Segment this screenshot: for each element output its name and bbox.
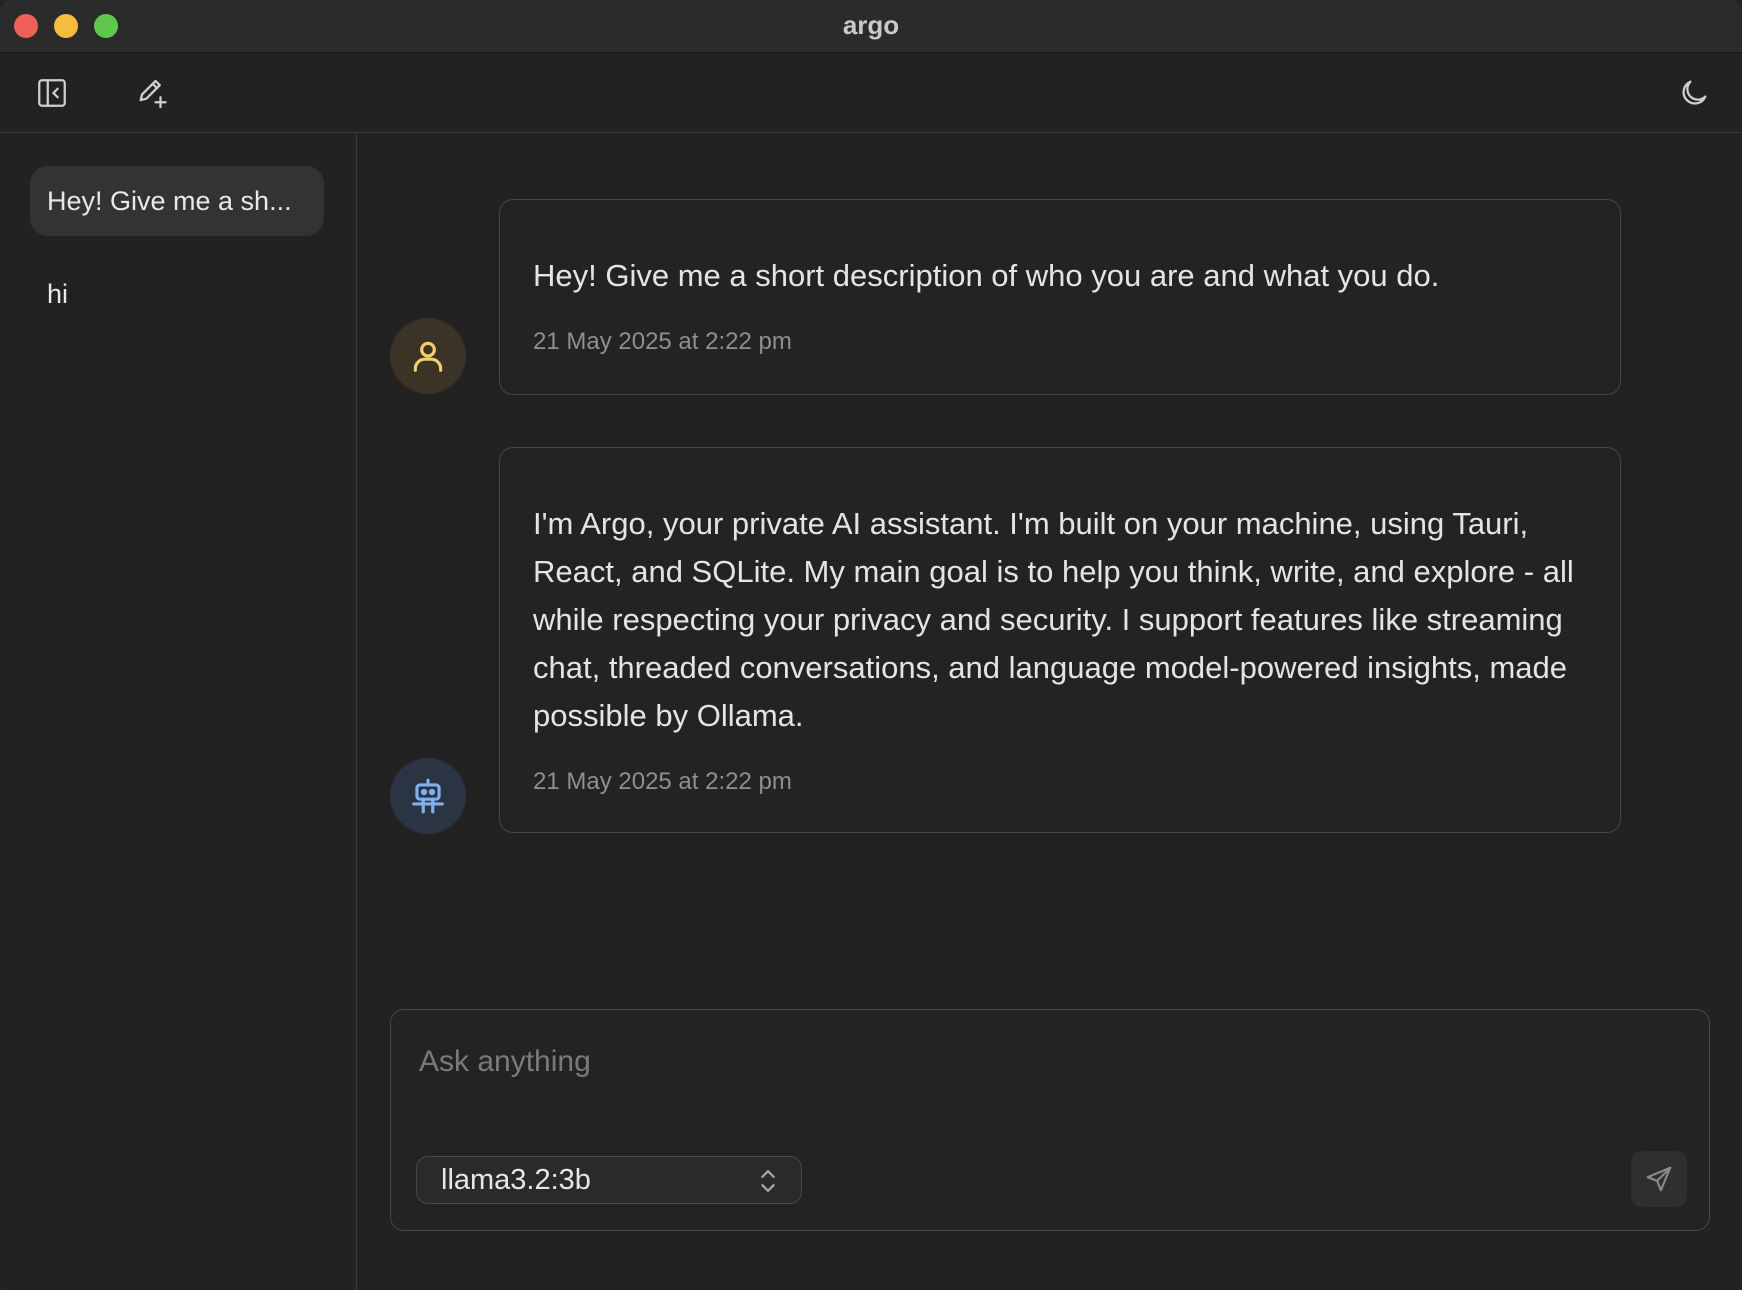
user-message-bubble: Hey! Give me a short description of who … [499, 199, 1621, 395]
toggle-sidebar-button[interactable] [30, 71, 74, 115]
message-input[interactable] [417, 1036, 1681, 1088]
message-timestamp: 21 May 2025 at 2:22 pm [533, 768, 792, 795]
assistant-message-bubble: I'm Argo, your private AI assistant. I'm… [499, 447, 1621, 833]
model-select-value: llama3.2:3b [441, 1163, 591, 1196]
toolbar [0, 53, 1742, 133]
message-text: I'm Argo, your private AI assistant. I'm… [533, 506, 1574, 733]
chat-area: Hey! Give me a short description of who … [357, 133, 1742, 1290]
composer: llama3.2:3b [390, 1009, 1710, 1231]
new-chat-button[interactable] [130, 71, 174, 115]
app-window: argo Hey! Give me a sh... hi Hey! Give m… [0, 0, 1742, 1290]
message-timestamp: 21 May 2025 at 2:22 pm [533, 328, 792, 355]
sidebar-toggle-icon [38, 79, 66, 107]
conversation-item-active[interactable]: Hey! Give me a sh... [30, 166, 324, 236]
chevron-up-down-icon [761, 1170, 775, 1192]
conversation-item[interactable]: hi [30, 259, 324, 329]
send-button[interactable] [1631, 1151, 1687, 1207]
title-bar: argo [0, 0, 1742, 53]
sidebar: Hey! Give me a sh... hi [0, 133, 357, 1290]
send-icon [1646, 1166, 1672, 1192]
robot-icon [412, 778, 444, 814]
window-title: argo [842, 10, 900, 40]
theme-toggle-button[interactable] [1672, 71, 1716, 115]
message-text: Hey! Give me a short description of who … [533, 258, 1440, 293]
moon-icon [1682, 80, 1707, 105]
new-chat-pencil-icon [139, 79, 167, 109]
user-avatar [390, 318, 466, 394]
user-icon [413, 341, 443, 372]
model-select[interactable]: llama3.2:3b [416, 1156, 802, 1204]
assistant-avatar [390, 758, 466, 834]
